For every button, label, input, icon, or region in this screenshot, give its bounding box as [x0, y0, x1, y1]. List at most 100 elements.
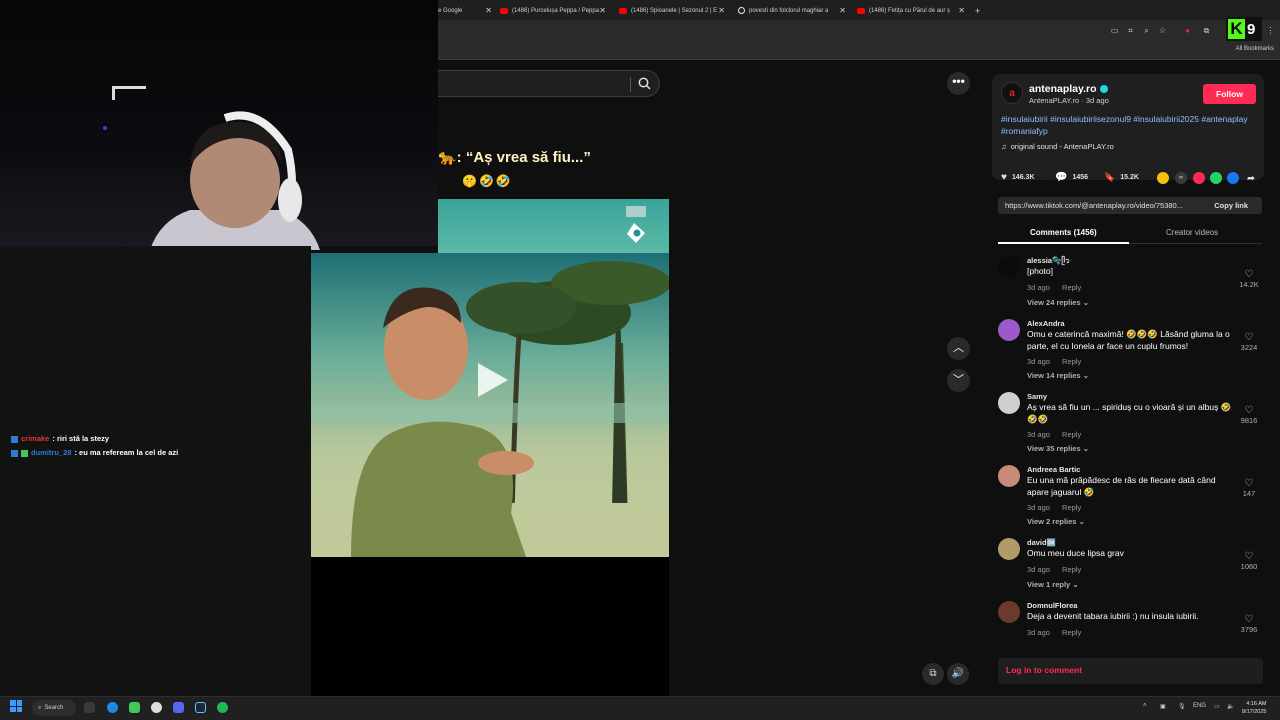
search-icon[interactable]	[637, 76, 652, 91]
network-icon[interactable]: ▣	[1160, 703, 1166, 710]
close-icon[interactable]: ✕	[599, 6, 606, 15]
browser-tab[interactable]: povesti din folclorul maghiar a ✕	[738, 3, 846, 18]
more-options-button[interactable]: •••	[947, 72, 970, 95]
copy-link-button[interactable]: Copy link	[1214, 201, 1248, 210]
view-replies-button[interactable]: View 2 replies ⌄	[1027, 517, 1085, 526]
heart-icon[interactable]: ♡	[1236, 551, 1262, 562]
reply-button[interactable]: Reply	[1062, 430, 1081, 439]
close-icon[interactable]: ✕	[718, 6, 725, 15]
close-icon[interactable]: ✕	[958, 6, 965, 15]
comment-like[interactable]: ♡ 9816	[1236, 405, 1262, 425]
extension-icon[interactable]: ●	[1183, 26, 1192, 35]
zoom-icon[interactable]: ⌕	[1142, 26, 1151, 35]
star-icon[interactable]: ☆	[1158, 26, 1167, 35]
view-replies-button[interactable]: View 35 replies ⌄	[1027, 444, 1089, 453]
bookmark-icon[interactable]: 🔖	[1104, 172, 1115, 183]
comment-username[interactable]: Samy	[1027, 392, 1047, 401]
speaker-icon[interactable]: 🔈	[1227, 703, 1234, 710]
view-replies-button[interactable]: View 14 replies ⌄	[1027, 371, 1089, 380]
account-handle[interactable]: antenaplay.ro	[1029, 83, 1097, 95]
avatar[interactable]	[998, 601, 1020, 623]
close-icon[interactable]: ✕	[485, 6, 492, 15]
reply-button[interactable]: Reply	[1062, 357, 1081, 366]
comment-like[interactable]: ♡ 3796	[1236, 614, 1262, 634]
puzzle-icon[interactable]: ⧉	[1202, 26, 1211, 35]
heart-icon[interactable]: ♡	[1236, 614, 1262, 625]
hashtags[interactable]: #insulaiubirii #insulaiubiriisezonul9 #i…	[1001, 113, 1251, 137]
system-clock[interactable]: 4:16 AM 8/17/2025	[1242, 700, 1266, 716]
share-emoji-icon[interactable]	[1157, 172, 1169, 184]
comment-username[interactable]: Andreea Bartic	[1027, 465, 1080, 474]
avatar[interactable]	[998, 319, 1020, 341]
view-replies-button[interactable]: View 1 reply ⌄	[1027, 580, 1079, 589]
save-button[interactable]: 🔖 15.2K	[1104, 172, 1139, 183]
share-arrow-icon[interactable]: ➦	[1245, 172, 1257, 184]
send-icon[interactable]	[1193, 172, 1205, 184]
close-icon[interactable]: ✕	[839, 6, 846, 15]
browser-tab[interactable]: (1486) Fetița cu Părul de aur ș ✕	[857, 3, 965, 18]
browser-tab[interactable]: e Google ✕	[438, 3, 492, 18]
embed-icon[interactable]: ‹›	[1175, 172, 1187, 184]
avatar[interactable]	[998, 256, 1020, 278]
comment-button[interactable]: 💬 1456	[1055, 172, 1088, 183]
steam-icon[interactable]	[195, 702, 206, 713]
whatsapp-icon[interactable]	[1210, 172, 1222, 184]
avatar[interactable]: a	[1001, 82, 1023, 104]
browser-tab[interactable]: (1486) Spioanele | Sezonul 2 | E ✕	[619, 3, 725, 18]
volume-icon[interactable]: 🔊	[947, 663, 969, 685]
comment-like[interactable]: ♡ 14.2K	[1236, 269, 1262, 289]
heart-icon[interactable]: ♡	[1236, 405, 1262, 416]
browser-tab[interactable]: (1486) Purcelușa Peppa / Peppa ✕	[500, 3, 606, 18]
task-view-icon[interactable]	[84, 702, 95, 713]
previous-video-button[interactable]: ︿	[947, 337, 970, 360]
login-to-comment-link[interactable]: Log in to comment	[1006, 665, 1082, 675]
comment-username[interactable]: DomnulFlorea	[1027, 601, 1077, 610]
video-url[interactable]: https://www.tiktok.com/@antenaplay.ro/vi…	[1005, 201, 1183, 210]
comment-username[interactable]: david🆗	[1027, 538, 1056, 547]
search-input[interactable]	[438, 70, 660, 97]
obs-icon[interactable]	[151, 702, 162, 713]
windows-start-icon[interactable]	[10, 700, 22, 712]
tab-creator-videos[interactable]: Creator videos	[1166, 228, 1218, 237]
comment-like[interactable]: ♡ 147	[1236, 478, 1262, 498]
follow-button[interactable]: Follow	[1203, 84, 1256, 104]
heart-icon[interactable]: ♡	[1236, 269, 1262, 280]
new-tab-button[interactable]: +	[975, 3, 985, 18]
heart-icon[interactable]: ♡	[1236, 332, 1262, 343]
account-name[interactable]: antenaplay.ro	[1029, 83, 1108, 95]
display-icon[interactable]: ▭	[1214, 703, 1220, 710]
app-icon[interactable]	[129, 702, 140, 713]
reply-button[interactable]: Reply	[1062, 565, 1081, 574]
comment-like[interactable]: ♡ 3224	[1236, 332, 1262, 352]
chrome-icon[interactable]	[107, 702, 118, 713]
avatar[interactable]	[998, 538, 1020, 560]
reply-button[interactable]: Reply	[1062, 628, 1081, 637]
language-indicator[interactable]: ENG	[1193, 703, 1206, 709]
login-to-comment-bar[interactable]: Log in to comment	[998, 658, 1263, 684]
heart-icon[interactable]: ♡	[1236, 478, 1262, 489]
picture-in-picture-icon[interactable]: ⧉	[922, 663, 944, 685]
like-button[interactable]: ♥ 146.3K	[1001, 172, 1035, 183]
sound-link[interactable]: ♫ original sound - AntenaPLAY.ro	[1001, 142, 1114, 151]
avatar[interactable]	[998, 392, 1020, 414]
reply-button[interactable]: Reply	[1062, 503, 1081, 512]
taskbar-search[interactable]: ⌕ Search	[32, 700, 76, 716]
view-replies-button[interactable]: View 24 replies ⌄	[1027, 298, 1089, 307]
chevron-up-icon[interactable]: ˄	[1143, 703, 1147, 709]
tab-comments[interactable]: Comments (1456)	[1030, 228, 1097, 237]
microphone-icon[interactable]: 🎙	[1178, 703, 1186, 710]
video-player[interactable]	[311, 253, 669, 557]
all-bookmarks-link[interactable]: All Bookmarks	[1236, 46, 1274, 52]
next-video-button[interactable]: ﹀	[947, 369, 970, 392]
sound-label[interactable]: original sound - AntenaPLAY.ro	[1011, 142, 1114, 151]
translate-icon[interactable]: ⌗	[1126, 26, 1135, 35]
comment-username[interactable]: AlexAndra	[1027, 319, 1065, 328]
avatar[interactable]	[998, 465, 1020, 487]
facebook-icon[interactable]	[1227, 172, 1239, 184]
comment-like[interactable]: ♡ 1060	[1236, 551, 1262, 571]
discord-icon[interactable]	[173, 702, 184, 713]
cast-icon[interactable]: ▭	[1110, 26, 1119, 35]
play-icon[interactable]	[478, 363, 508, 397]
comment-icon[interactable]: 💬	[1055, 172, 1067, 183]
menu-icon[interactable]: ⋮	[1266, 26, 1275, 35]
